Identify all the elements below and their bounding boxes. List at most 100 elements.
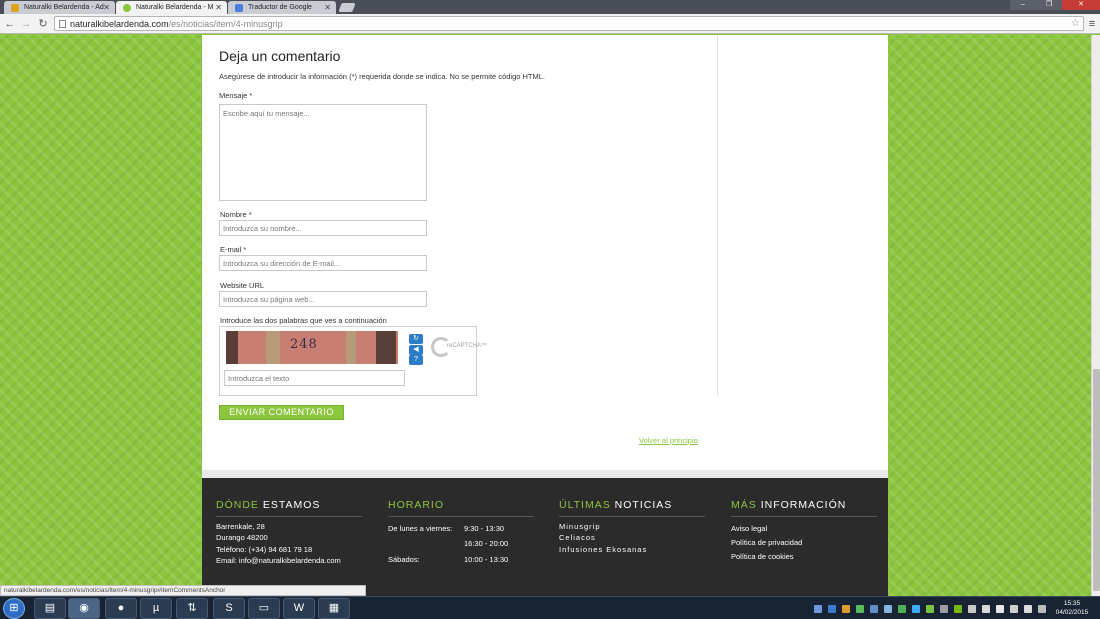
footer-divider [388, 516, 534, 517]
tray-app-icon[interactable] [968, 605, 976, 613]
captcha-refresh-icon[interactable]: ↻ [409, 334, 423, 344]
tray-app-icon[interactable] [856, 605, 864, 613]
saturday-hours-label: Sábados: [388, 555, 420, 564]
forward-arrow-icon[interactable]: → [19, 17, 33, 31]
footer-hours-title-accent: HORARIO [388, 499, 445, 511]
taskbar-folder-icon[interactable]: ▭ [248, 598, 280, 619]
tray-app-icon[interactable] [842, 605, 850, 613]
tray-battery-icon[interactable] [1038, 605, 1046, 613]
site-favicon-icon [123, 4, 131, 12]
message-textarea[interactable] [219, 104, 427, 201]
tray-app-icon[interactable] [926, 605, 934, 613]
tray-network-icon[interactable] [814, 605, 822, 613]
submit-comment-button[interactable]: ENVIAR COMENTARIO [219, 405, 344, 420]
browser-menu-icon[interactable]: ≡ [1087, 18, 1097, 30]
tray-sync-icon[interactable] [828, 605, 836, 613]
tray-wifi-icon[interactable] [982, 605, 990, 613]
minimize-window-button[interactable]: – [1010, 0, 1036, 10]
news-link-infusiones[interactable]: Infusiones Ekosanas [559, 545, 647, 554]
sidebar-divider [717, 35, 718, 396]
website-label: Website URL [220, 281, 265, 290]
captcha-input[interactable] [224, 370, 405, 386]
close-tab-icon[interactable]: ✕ [215, 1, 222, 14]
taskbar-utorrent-icon[interactable]: µ [140, 598, 172, 619]
taskbar-skype-icon[interactable]: S [213, 598, 245, 619]
footer-city: Durango 48200 [216, 533, 268, 542]
tab-title: Naturalki Belardenda - M [136, 4, 214, 11]
site-footer [202, 478, 888, 596]
back-arrow-icon[interactable]: ← [3, 17, 17, 31]
email-label: E-mail * [220, 245, 247, 254]
news-link-celiacos[interactable]: Celiacos [559, 533, 596, 542]
browser-tab-bar: Naturalki Belardenda - Ad ✕ Naturalki Be… [0, 0, 1100, 14]
tray-app-icon[interactable] [870, 605, 878, 613]
captcha-help-icon[interactable]: ? [409, 355, 423, 365]
message-label: Mensaje * [219, 91, 253, 100]
email-input[interactable] [219, 255, 427, 271]
close-window-button[interactable]: ✕ [1062, 0, 1100, 10]
browser-tab-admin[interactable]: Naturalki Belardenda - Ad ✕ [4, 1, 115, 14]
tray-app-icon[interactable] [940, 605, 948, 613]
taskbar-word-icon[interactable]: W [283, 598, 315, 619]
bookmark-star-icon[interactable]: ☆ [1071, 17, 1080, 31]
taskbar-desktop-icon[interactable]: ▦ [318, 598, 350, 619]
restore-window-button[interactable]: ❐ [1036, 0, 1062, 10]
new-tab-button[interactable] [338, 3, 356, 12]
captcha-audio-icon[interactable]: ◀ [409, 345, 423, 355]
weekday-hours-label: De lunes a viernes: [388, 524, 453, 533]
taskbar-firefox-icon[interactable]: ● [105, 598, 137, 619]
page-scrollbar[interactable] [1091, 35, 1100, 596]
footer-where-title: DÓNDE ESTAMOS [216, 499, 320, 511]
footer-news-title-rest: NOTICIAS [614, 499, 673, 511]
taskbar-explorer-icon[interactable]: ▤ [34, 598, 66, 619]
footer-divider [731, 516, 877, 517]
weekday-morning-hours: 9:30 - 13:30 [464, 524, 505, 533]
clock-time: 15:35 [1063, 600, 1081, 607]
website-input[interactable] [219, 291, 427, 307]
cookies-policy-link[interactable]: Política de cookies [731, 552, 794, 561]
scrollbar-thumb[interactable] [1093, 369, 1100, 591]
close-tab-icon[interactable]: ✕ [324, 1, 331, 14]
address-bar[interactable]: naturalkibelardenda.com/es/noticias/item… [54, 16, 1084, 31]
taskbar-chrome-icon[interactable]: ◉ [68, 598, 100, 619]
captcha-label: Introduce las dos palabras que ves a con… [220, 316, 387, 325]
windows-start-button[interactable]: ⊞ [3, 598, 25, 619]
browser-tab-noticias[interactable]: Naturalki Belardenda - M ✕ [116, 1, 227, 14]
address-url: naturalkibelardenda.com/es/noticias/item… [70, 17, 283, 31]
tray-flag-icon[interactable] [996, 605, 1004, 613]
news-link-minusgrip[interactable]: Minusgrip [559, 522, 601, 531]
footer-email: Email: info@naturalkibelardenda.com [216, 556, 341, 565]
url-path: /es/noticias/item/4-minusgrip [168, 19, 283, 29]
clock-date: 04/02/2015 [1055, 609, 1089, 616]
taskbar-clock[interactable]: 15:35 04/02/2015 [1054, 599, 1090, 617]
tray-nvidia-icon[interactable] [954, 605, 962, 613]
reload-icon[interactable]: ↻ [36, 17, 50, 31]
saturday-hours: 10:00 - 13:30 [464, 555, 509, 564]
url-host: naturalkibelardenda.com [70, 19, 169, 29]
legal-notice-link[interactable]: Aviso legal [731, 524, 767, 533]
browser-tab-translator[interactable]: Traductor de Google ✕ [228, 1, 336, 14]
captcha-word: 248 [290, 337, 318, 352]
name-label: Nombre * [220, 210, 252, 219]
status-bar-url: naturalkibelardenda.com/es/noticias/item… [0, 585, 366, 596]
recaptcha-logo-text: reCAPTCHA™ [447, 343, 488, 349]
tab-title: Naturalki Belardenda - Ad [24, 4, 104, 11]
page-icon [59, 20, 66, 28]
close-tab-icon[interactable]: ✕ [103, 1, 110, 14]
footer-address: Barrenkale, 28 [216, 522, 265, 531]
footer-divider [559, 516, 705, 517]
comment-form-note: Asegúrese de introducir la información (… [219, 72, 545, 81]
tray-monitor-icon[interactable] [1010, 605, 1018, 613]
footer-hours-title: HORARIO [388, 499, 444, 511]
taskbar-transfer-icon[interactable]: ⇅ [176, 598, 208, 619]
comment-form-title: Deja un comentario [219, 48, 341, 64]
footer-where-title-rest: ESTAMOS [262, 499, 321, 511]
tray-app-icon[interactable] [884, 605, 892, 613]
privacy-policy-link[interactable]: Política de privacidad [731, 538, 802, 547]
back-to-top-link[interactable]: Volver al principio [639, 436, 698, 445]
tray-app-icon[interactable] [898, 605, 906, 613]
name-input[interactable] [219, 220, 427, 236]
tray-volume-icon[interactable] [1024, 605, 1032, 613]
footer-where-title-accent: DÓNDE [216, 499, 259, 511]
tray-app-icon[interactable] [912, 605, 920, 613]
